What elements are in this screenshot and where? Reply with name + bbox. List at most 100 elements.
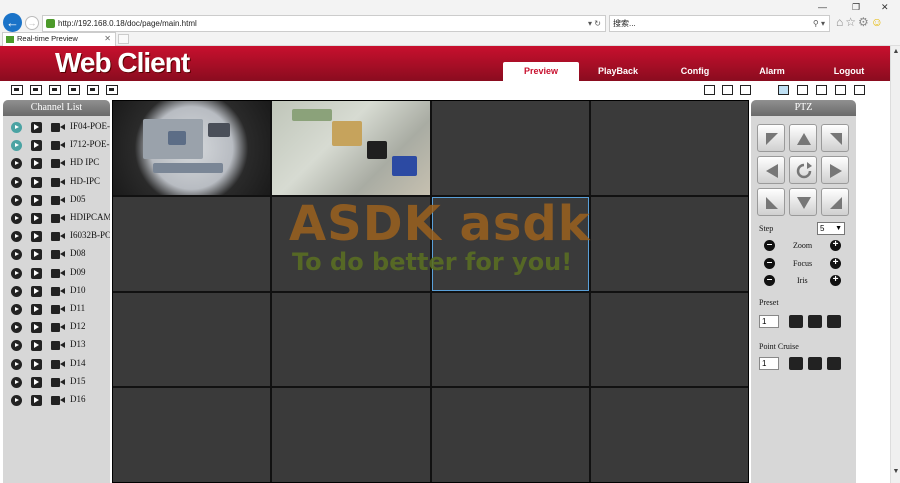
zoom-in-button[interactable]: + bbox=[830, 240, 841, 251]
channel-camera-icon[interactable] bbox=[51, 323, 65, 333]
settings-icon[interactable] bbox=[854, 85, 865, 95]
toolbar-next-icon[interactable] bbox=[68, 85, 80, 95]
scroll-up-icon[interactable]: ▲ bbox=[891, 48, 900, 55]
channel-row[interactable]: D11 bbox=[3, 301, 110, 319]
channel-camera-icon[interactable] bbox=[51, 396, 65, 405]
layout-2x2-icon[interactable] bbox=[740, 85, 751, 95]
gear-icon[interactable]: ⚙ bbox=[858, 15, 871, 29]
channel-play-icon[interactable] bbox=[11, 158, 22, 170]
forward-arrow-icon[interactable]: → bbox=[25, 16, 39, 30]
snapshot-icon[interactable] bbox=[797, 85, 808, 95]
channel-play-icon[interactable] bbox=[11, 322, 22, 334]
step-select[interactable]: 5 ▼ bbox=[817, 222, 845, 235]
channel-camera-icon[interactable] bbox=[51, 159, 65, 169]
iris-open-button[interactable]: + bbox=[830, 275, 841, 286]
close-icon[interactable]: ✕ bbox=[881, 2, 889, 13]
search-icon[interactable]: ⚲ ▾ bbox=[813, 16, 825, 31]
preset-call-button[interactable] bbox=[789, 315, 803, 328]
channel-camera-icon[interactable] bbox=[51, 195, 65, 205]
preset-add-button[interactable] bbox=[808, 315, 822, 328]
cruise-stop-button[interactable] bbox=[808, 357, 822, 370]
video-cell-1[interactable] bbox=[113, 101, 271, 195]
video-cell-7[interactable] bbox=[431, 196, 589, 291]
channel-play-icon[interactable] bbox=[11, 358, 22, 370]
ptz-right-button[interactable] bbox=[821, 156, 849, 184]
ptz-down-right-button[interactable] bbox=[821, 188, 849, 216]
channel-row[interactable]: D14 bbox=[3, 356, 110, 374]
channel-record-icon[interactable] bbox=[31, 249, 42, 261]
channel-row[interactable]: D09 bbox=[3, 265, 110, 283]
video-cell-5[interactable] bbox=[113, 196, 271, 291]
layout-fullscreen-icon[interactable] bbox=[704, 85, 715, 95]
preset-delete-button[interactable] bbox=[827, 315, 841, 328]
channel-play-icon[interactable] bbox=[11, 140, 22, 152]
scroll-down-icon[interactable]: ▼ bbox=[891, 468, 900, 475]
channel-camera-icon[interactable] bbox=[51, 214, 65, 223]
channel-row[interactable]: D08 bbox=[3, 246, 110, 264]
video-cell-14[interactable] bbox=[272, 388, 430, 482]
audio-icon[interactable] bbox=[835, 85, 846, 95]
video-cell-15[interactable] bbox=[431, 388, 589, 482]
channel-row[interactable]: D15 bbox=[3, 374, 110, 392]
channel-row[interactable]: D12 bbox=[3, 319, 110, 337]
video-cell-8[interactable] bbox=[590, 196, 748, 291]
channel-record-icon[interactable] bbox=[31, 194, 42, 206]
channel-play-icon[interactable] bbox=[11, 249, 22, 261]
video-cell-9[interactable] bbox=[113, 292, 271, 387]
star-icon[interactable]: ☆ bbox=[845, 15, 858, 29]
nav-playback[interactable]: PlayBack bbox=[583, 62, 653, 81]
layout-1x1-icon[interactable] bbox=[722, 85, 733, 95]
channel-play-icon[interactable] bbox=[11, 213, 22, 224]
channel-play-icon[interactable] bbox=[11, 194, 22, 206]
channel-camera-icon[interactable] bbox=[51, 123, 65, 132]
video-cell-10[interactable] bbox=[272, 292, 430, 387]
cruise-play-button[interactable] bbox=[789, 357, 803, 370]
nav-alarm[interactable]: Alarm bbox=[740, 62, 804, 81]
stream-icon[interactable] bbox=[816, 85, 827, 95]
ptz-down-left-button[interactable] bbox=[757, 188, 785, 216]
nav-logout[interactable]: Logout bbox=[818, 62, 880, 81]
focus-out-button[interactable]: – bbox=[764, 258, 775, 269]
channel-camera-icon[interactable] bbox=[51, 141, 65, 151]
channel-row[interactable]: HD IPC bbox=[3, 155, 110, 173]
channel-camera-icon[interactable] bbox=[51, 359, 65, 369]
page-scrollbar[interactable]: ▲ ▼ bbox=[890, 46, 900, 483]
video-cell-2[interactable] bbox=[272, 101, 430, 195]
video-cell-3[interactable] bbox=[431, 101, 589, 195]
channel-record-icon[interactable] bbox=[31, 395, 42, 406]
channel-record-icon[interactable] bbox=[31, 176, 42, 188]
channel-play-icon[interactable] bbox=[11, 395, 22, 406]
home-icon[interactable]: ⌂ bbox=[836, 15, 845, 29]
channel-record-icon[interactable] bbox=[31, 140, 42, 152]
channel-record-icon[interactable] bbox=[31, 122, 42, 133]
toolbar-record-icon[interactable] bbox=[106, 85, 118, 95]
channel-camera-icon[interactable] bbox=[51, 177, 65, 187]
channel-play-icon[interactable] bbox=[11, 304, 22, 315]
back-arrow-icon[interactable]: ← bbox=[3, 13, 22, 32]
channel-play-icon[interactable] bbox=[11, 340, 22, 352]
nav-config[interactable]: Config bbox=[663, 62, 727, 81]
channel-row[interactable]: D10 bbox=[3, 283, 110, 301]
channel-record-icon[interactable] bbox=[31, 304, 42, 315]
channel-record-icon[interactable] bbox=[31, 267, 42, 279]
channel-play-icon[interactable] bbox=[11, 376, 22, 388]
ptz-up-button[interactable] bbox=[789, 124, 817, 152]
smiley-icon[interactable]: ☺ bbox=[871, 15, 885, 29]
ptz-up-right-button[interactable] bbox=[821, 124, 849, 152]
toolbar-play-all-icon[interactable] bbox=[49, 85, 61, 95]
refresh-icon[interactable]: ▾ ↻ bbox=[588, 16, 601, 31]
channel-play-icon[interactable] bbox=[11, 122, 22, 133]
channel-row[interactable]: I712-POE- bbox=[3, 137, 110, 155]
channel-record-icon[interactable] bbox=[31, 231, 42, 243]
browser-tab[interactable]: Real-time Preview ✕ bbox=[2, 32, 116, 46]
video-cell-13[interactable] bbox=[113, 388, 271, 482]
channel-record-icon[interactable] bbox=[31, 213, 42, 224]
video-cell-12[interactable] bbox=[590, 292, 748, 387]
channel-row[interactable]: D13 bbox=[3, 337, 110, 355]
minimize-icon[interactable]: — bbox=[818, 2, 827, 12]
channel-record-icon[interactable] bbox=[31, 285, 42, 297]
channel-camera-icon[interactable] bbox=[51, 341, 65, 351]
maximize-icon[interactable]: ❐ bbox=[852, 2, 860, 13]
channel-row[interactable]: IF04-POE- bbox=[3, 119, 110, 137]
channel-record-icon[interactable] bbox=[31, 376, 42, 388]
